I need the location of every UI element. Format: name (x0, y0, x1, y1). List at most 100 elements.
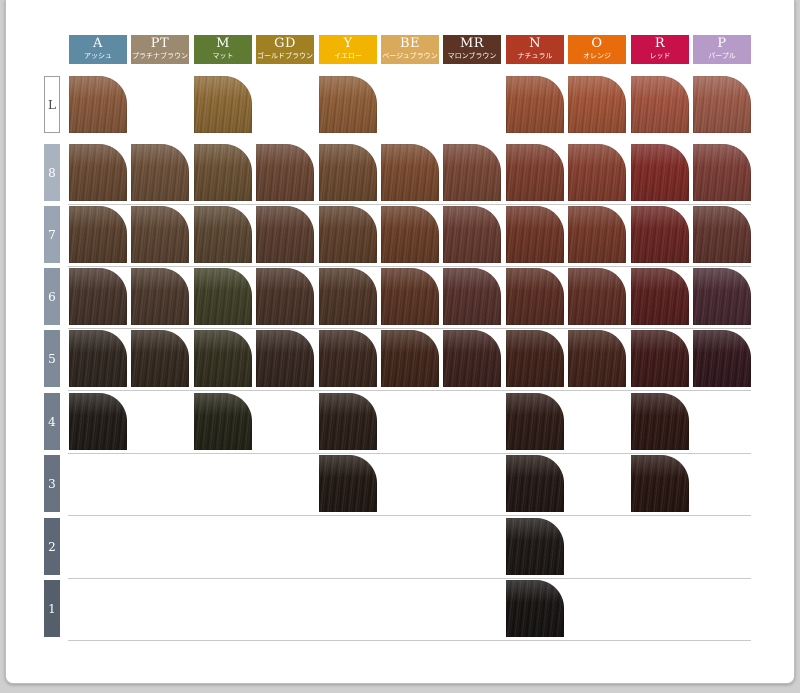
swatch-gd-8[interactable] (256, 144, 314, 201)
swatch-pt-7[interactable] (131, 206, 189, 263)
column-name: オレンジ (583, 52, 611, 60)
swatch-y-l[interactable] (319, 76, 377, 133)
swatch-y-8[interactable] (319, 144, 377, 201)
column-header-o: O オレンジ (568, 35, 626, 64)
swatch-be-6[interactable] (381, 268, 439, 325)
row-divider (68, 328, 751, 329)
swatch-mr-7[interactable] (443, 206, 501, 263)
swatch-a-8[interactable] (69, 144, 127, 201)
swatch-y-7[interactable] (319, 206, 377, 263)
row-divider (68, 515, 751, 516)
swatch-r-6[interactable] (631, 268, 689, 325)
swatch-m-5[interactable] (194, 330, 252, 387)
swatch-o-8[interactable] (568, 144, 626, 201)
swatch-o-7[interactable] (568, 206, 626, 263)
column-header-be: BE ベージュブラウン (381, 35, 439, 64)
swatch-y-3[interactable] (319, 455, 377, 512)
swatch-m-4[interactable] (194, 393, 252, 450)
swatch-n-7[interactable] (506, 206, 564, 263)
swatch-be-7[interactable] (381, 206, 439, 263)
swatch-n-1[interactable] (506, 580, 564, 637)
column-code: A (93, 36, 103, 51)
swatch-m-6[interactable] (194, 268, 252, 325)
swatch-a-l[interactable] (69, 76, 127, 133)
swatch-m-7[interactable] (194, 206, 252, 263)
column-code: Y (343, 36, 353, 51)
swatch-gd-6[interactable] (256, 268, 314, 325)
column-header-pt: PT プラチナブラウン (131, 35, 189, 64)
swatch-be-8[interactable] (381, 144, 439, 201)
column-name: ベージュブラウン (382, 52, 438, 60)
column-header-gd: GD ゴールドブラウン (256, 35, 314, 64)
column-header-m: M マット (194, 35, 252, 64)
column-name: ナチュラル (517, 52, 553, 60)
column-header-a: A アッシュ (69, 35, 127, 64)
swatch-r-8[interactable] (631, 144, 689, 201)
row-label-l: L (44, 76, 60, 133)
column-name: イエロー (334, 52, 362, 60)
swatch-y-4[interactable] (319, 393, 377, 450)
column-name: プラチナブラウン (132, 52, 188, 60)
swatch-p-7[interactable] (693, 206, 751, 263)
row-label-1: 1 (44, 580, 60, 637)
row-divider (68, 204, 751, 205)
swatch-n-6[interactable] (506, 268, 564, 325)
swatch-p-6[interactable] (693, 268, 751, 325)
column-code: N (529, 36, 541, 51)
swatch-o-5[interactable] (568, 330, 626, 387)
swatch-y-5[interactable] (319, 330, 377, 387)
column-code: GD (274, 36, 296, 51)
swatch-a-7[interactable] (69, 206, 127, 263)
row-divider (68, 578, 751, 579)
column-name: レッド (649, 52, 671, 60)
row-label-5: 5 (44, 330, 60, 387)
swatch-be-5[interactable] (381, 330, 439, 387)
row-divider (68, 640, 751, 641)
row-label-3: 3 (44, 455, 60, 512)
swatch-r-3[interactable] (631, 455, 689, 512)
swatch-r-l[interactable] (631, 76, 689, 133)
swatch-gd-7[interactable] (256, 206, 314, 263)
swatch-a-4[interactable] (69, 393, 127, 450)
swatch-a-5[interactable] (69, 330, 127, 387)
swatch-n-3[interactable] (506, 455, 564, 512)
swatch-o-6[interactable] (568, 268, 626, 325)
swatch-m-l[interactable] (194, 76, 252, 133)
row-label-7: 7 (44, 206, 60, 263)
swatch-n-4[interactable] (506, 393, 564, 450)
swatch-p-5[interactable] (693, 330, 751, 387)
swatch-p-l[interactable] (693, 76, 751, 133)
swatch-o-l[interactable] (568, 76, 626, 133)
swatch-mr-8[interactable] (443, 144, 501, 201)
swatch-y-6[interactable] (319, 268, 377, 325)
swatch-pt-8[interactable] (131, 144, 189, 201)
hair-color-chart: A アッシュ PT プラチナブラウン M マット GD ゴールドブラウン Y イエロー BE ベージュ… (0, 0, 800, 693)
swatch-p-8[interactable] (693, 144, 751, 201)
column-header-r: R レッド (631, 35, 689, 64)
swatch-n-l[interactable] (506, 76, 564, 133)
swatch-pt-6[interactable] (131, 268, 189, 325)
swatch-pt-5[interactable] (131, 330, 189, 387)
column-code: R (654, 36, 666, 51)
row-divider (68, 453, 751, 454)
swatch-mr-5[interactable] (443, 330, 501, 387)
column-header-mr: MR マロンブラウン (443, 35, 501, 64)
swatch-n-2[interactable] (506, 518, 564, 575)
swatch-n-5[interactable] (506, 330, 564, 387)
swatch-r-7[interactable] (631, 206, 689, 263)
swatch-mr-6[interactable] (443, 268, 501, 325)
swatch-r-4[interactable] (631, 393, 689, 450)
swatch-gd-5[interactable] (256, 330, 314, 387)
column-code: BE (399, 36, 421, 51)
column-code: O (591, 36, 603, 51)
column-name: マロンブラウン (447, 52, 497, 60)
column-name: パープル (708, 52, 736, 60)
column-header-y: Y イエロー (319, 35, 377, 64)
swatch-r-5[interactable] (631, 330, 689, 387)
column-name: アッシュ (84, 52, 112, 60)
row-label-8: 8 (44, 144, 60, 201)
swatch-m-8[interactable] (194, 144, 252, 201)
swatch-a-6[interactable] (69, 268, 127, 325)
row-label-2: 2 (44, 518, 60, 575)
swatch-n-8[interactable] (506, 144, 564, 201)
